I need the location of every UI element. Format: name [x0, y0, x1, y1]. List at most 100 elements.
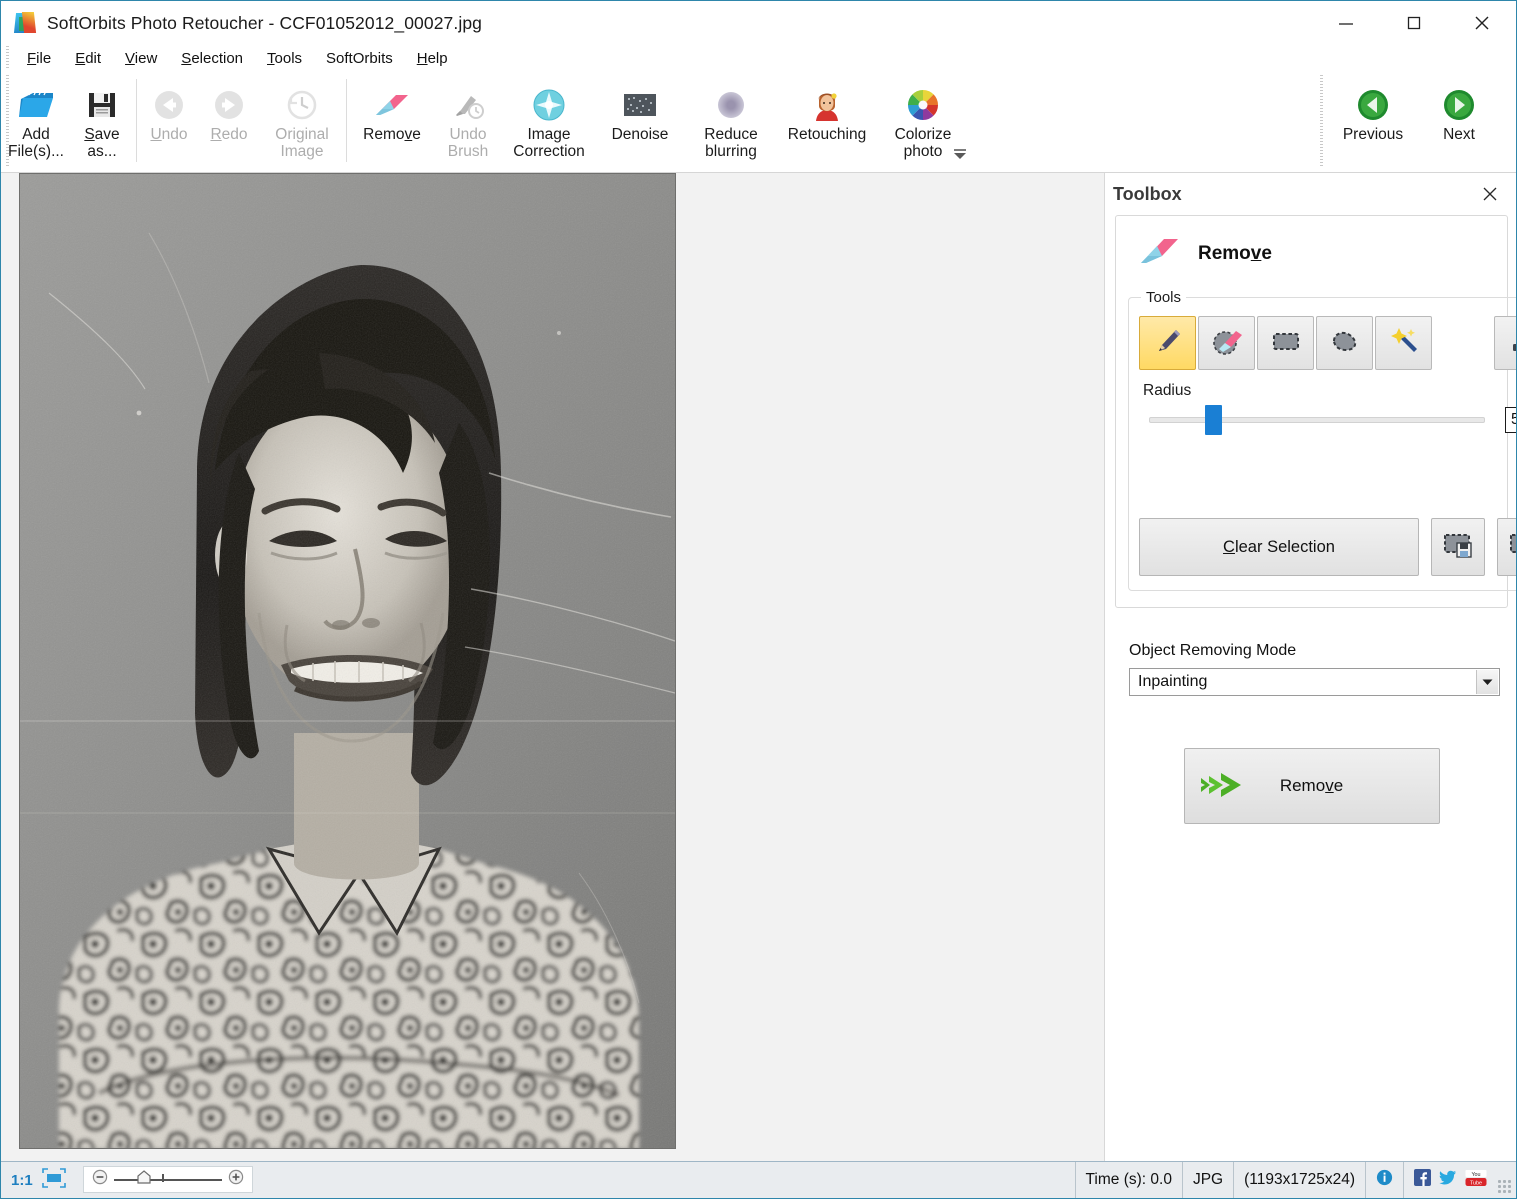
- toolbar-group-tools: Remove Undo Brush: [347, 71, 973, 172]
- info-button[interactable]: [1366, 1162, 1404, 1198]
- twitter-icon[interactable]: [1439, 1170, 1457, 1191]
- info-icon: [1376, 1169, 1393, 1191]
- facebook-icon[interactable]: [1414, 1169, 1431, 1191]
- selection-actions-row: Clear Selection: [1139, 518, 1516, 576]
- toolbox-title: Toolbox: [1113, 184, 1182, 205]
- original-image-button[interactable]: Original Image: [259, 77, 345, 165]
- eraser-icon: [372, 86, 412, 124]
- toolbox-header: Toolbox: [1105, 173, 1516, 215]
- radius-input[interactable]: [1505, 407, 1516, 433]
- status-spacer: [253, 1162, 1075, 1198]
- zoom-out-icon[interactable]: [92, 1169, 108, 1190]
- clone-stamp-tool-button[interactable]: [1494, 316, 1516, 370]
- reduce-blurring-button[interactable]: Reduce blurring: [683, 77, 779, 165]
- original-image-label: Original Image: [275, 127, 328, 160]
- redo-button[interactable]: Redo: [199, 77, 259, 165]
- reduce-blurring-label: Reduce blurring: [704, 127, 757, 160]
- save-as-button[interactable]: Saveas...: [69, 77, 135, 165]
- next-label: Next: [1443, 127, 1475, 144]
- reduce-blurring-icon: [714, 86, 748, 124]
- softorbits-logo-icon: [15, 12, 37, 34]
- close-icon[interactable]: [1478, 182, 1502, 206]
- photo-image[interactable]: [19, 173, 676, 1149]
- image-correction-label: Image Correction: [513, 127, 585, 160]
- menu-softorbits[interactable]: SoftOrbits: [314, 48, 405, 69]
- zoom-slider[interactable]: [83, 1166, 253, 1193]
- clear-selection-button[interactable]: Clear Selection: [1139, 518, 1419, 576]
- redo-arrow-icon: [212, 86, 246, 124]
- save-selection-button[interactable]: [1431, 518, 1485, 576]
- remove-action-button[interactable]: Remove: [1184, 748, 1440, 824]
- add-files-button[interactable]: Add File(s)...: [3, 77, 69, 165]
- radius-label: Radius: [1143, 382, 1516, 400]
- lasso-tool-button[interactable]: [1316, 316, 1373, 370]
- retouching-portrait-icon: [810, 86, 844, 124]
- object-removing-mode-label: Object Removing Mode: [1129, 642, 1508, 660]
- zoom-in-icon[interactable]: [228, 1169, 244, 1190]
- save-as-icon: [86, 86, 118, 124]
- social-links: You Tube: [1404, 1162, 1497, 1198]
- fit-to-screen-icon: [41, 1167, 67, 1194]
- undo-brush-icon: [451, 86, 485, 124]
- toolbar-group-navigation: Previous Next: [1320, 71, 1516, 172]
- previous-button[interactable]: Previous: [1330, 77, 1416, 165]
- toolbar-group-history: Undo Redo: [137, 71, 347, 172]
- minimize-button[interactable]: [1312, 1, 1380, 45]
- zoom-ratio-label[interactable]: 1:1: [1, 1162, 41, 1198]
- resize-grip[interactable]: [1497, 1179, 1513, 1195]
- radius-slider-thumb[interactable]: [1205, 405, 1222, 435]
- add-files-icon: [17, 86, 55, 124]
- lasso-icon: [1329, 325, 1361, 362]
- menu-edit[interactable]: Edit: [63, 48, 113, 69]
- undo-brush-button[interactable]: Undo Brush: [435, 77, 501, 165]
- magic-wand-tool-button[interactable]: [1375, 316, 1432, 370]
- denoise-button[interactable]: Denoise: [597, 77, 683, 165]
- status-bar: 1:1: [1, 1161, 1516, 1198]
- eraser-icon: [1136, 234, 1182, 273]
- svg-text:You: You: [1471, 1172, 1480, 1178]
- remove-toolbar-label: Remove: [363, 127, 421, 144]
- close-button[interactable]: [1448, 1, 1516, 45]
- stamp-icon: [1507, 325, 1517, 362]
- radius-row: [1139, 406, 1516, 434]
- menu-help[interactable]: Help: [405, 48, 460, 69]
- chevron-down-icon[interactable]: [1476, 670, 1498, 694]
- previous-label: Previous: [1343, 127, 1403, 144]
- next-button[interactable]: Next: [1416, 77, 1502, 165]
- toolbox-body: Remove Tools: [1105, 215, 1516, 1161]
- load-selection-button[interactable]: [1497, 518, 1516, 576]
- zoom-home-handle-icon[interactable]: [136, 1169, 152, 1190]
- object-removing-mode-select[interactable]: Inpainting: [1129, 668, 1500, 696]
- zoom-tick: [162, 1174, 164, 1182]
- undo-button[interactable]: Undo: [139, 77, 199, 165]
- image-canvas[interactable]: [1, 173, 1104, 1161]
- save-selection-icon: [1442, 530, 1474, 565]
- undo-arrow-icon: [152, 86, 186, 124]
- retouching-button[interactable]: Retouching: [779, 77, 875, 165]
- image-dimensions: (1193x1725x24): [1234, 1162, 1366, 1198]
- zoom-slider-track: [114, 1179, 222, 1181]
- toolbar: Add File(s)... Saveas...: [1, 71, 1516, 173]
- menu-tools[interactable]: Tools: [255, 48, 314, 69]
- menu-selection[interactable]: Selection: [169, 48, 255, 69]
- add-files-label: Add File(s)...: [8, 127, 64, 160]
- youtube-icon[interactable]: You Tube: [1465, 1169, 1487, 1192]
- image-correction-button[interactable]: Image Correction: [501, 77, 597, 165]
- menu-view[interactable]: View: [113, 48, 169, 69]
- maximize-button[interactable]: [1380, 1, 1448, 45]
- denoise-icon: [621, 86, 659, 124]
- menu-file[interactable]: File: [15, 48, 63, 69]
- chevron-down-icon[interactable]: [951, 146, 969, 162]
- pencil-tool-button[interactable]: [1139, 316, 1196, 370]
- radius-slider[interactable]: [1139, 406, 1495, 434]
- application-window: SoftOrbits Photo Retoucher - CCF01052012…: [0, 0, 1517, 1199]
- rectangle-select-tool-button[interactable]: [1257, 316, 1314, 370]
- eraser-tool-button[interactable]: [1198, 316, 1255, 370]
- remove-action-label: Remove: [1185, 776, 1439, 796]
- image-correction-icon: [531, 86, 567, 124]
- remove-toolbar-button[interactable]: Remove: [349, 77, 435, 165]
- svg-text:Tube: Tube: [1470, 1180, 1482, 1186]
- main-body: Toolbox Remove: [1, 173, 1516, 1161]
- fit-to-screen-button[interactable]: [41, 1162, 77, 1198]
- title-bar: SoftOrbits Photo Retoucher - CCF01052012…: [1, 1, 1516, 45]
